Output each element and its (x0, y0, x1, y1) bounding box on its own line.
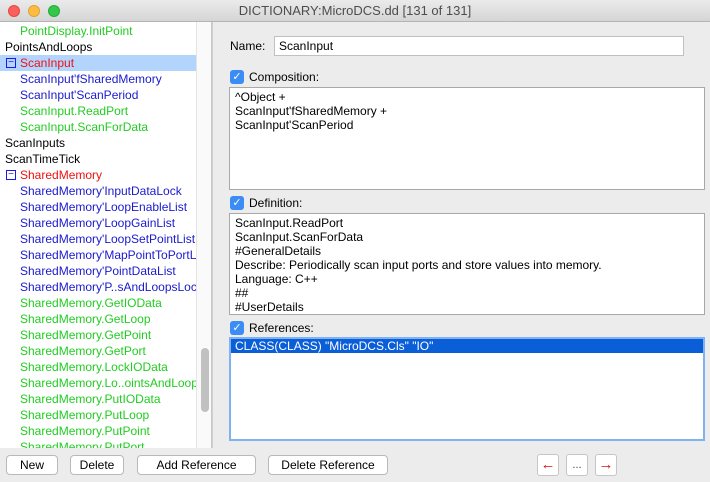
tree-item[interactable]: SharedMemory.GetPoint (0, 327, 196, 343)
composition-line: ScanInput'fSharedMemory + (235, 104, 388, 118)
window-title: DICTIONARY:MicroDCS.dd [131 of 131] (238, 3, 472, 18)
composition-section-header: ✓ Composition: (230, 69, 320, 85)
previous-arrow-icon[interactable]: ← (537, 454, 559, 476)
tree-item[interactable]: SharedMemory.Lo..ointsAndLoop (0, 375, 196, 391)
tree-item-label: SharedMemory'InputDataLock (20, 184, 182, 198)
tree-item-label: SharedMemory.LockIOData (20, 360, 168, 374)
tree-item[interactable]: PointsAndLoops (0, 39, 196, 55)
tree-item[interactable]: ScanTimeTick (0, 151, 196, 167)
tree-item[interactable]: SharedMemory'LoopGainList (0, 215, 196, 231)
tree-item-label: ScanInput (20, 56, 75, 70)
tree-item-label: PointsAndLoops (5, 40, 93, 54)
tree-item-label: SharedMemory.GetIOData (20, 296, 162, 310)
add-reference-button[interactable]: Add Reference (137, 455, 256, 475)
next-arrow-icon[interactable]: → (595, 454, 617, 476)
delete-reference-button[interactable]: Delete Reference (268, 455, 388, 475)
tree-item-label: PointDisplay.InitPoint (20, 24, 133, 38)
pane-splitter[interactable] (212, 22, 220, 448)
tree-item[interactable]: SharedMemory.GetIOData (0, 295, 196, 311)
definition-checkbox[interactable]: ✓ (230, 195, 244, 210)
tree-item-label: SharedMemory.Lo..ointsAndLoop (20, 376, 196, 390)
definition-line: ## (235, 286, 249, 300)
tree-item[interactable]: ScanInput.ReadPort (0, 103, 196, 119)
tree-item[interactable]: SharedMemory.PutIOData (0, 391, 196, 407)
composition-textarea[interactable]: ^Object + ScanInput'fSharedMemory + Scan… (229, 87, 705, 190)
collapse-toggle-icon[interactable]: − (6, 57, 16, 68)
tree-item-label: SharedMemory.PutLoop (20, 408, 150, 422)
new-button[interactable]: New (6, 455, 58, 475)
tree-item[interactable]: SharedMemory'InputDataLock (0, 183, 196, 199)
tree-item[interactable]: SharedMemory'P..sAndLoopsLoc (0, 279, 196, 295)
tree-item[interactable]: SharedMemory'LoopEnableList (0, 199, 196, 215)
tree-item-label: SharedMemory'LoopEnableList (20, 200, 188, 214)
composition-label: Composition: (249, 70, 320, 84)
definition-line: ScanInput.ReadPort (235, 216, 344, 230)
name-label: Name: (230, 39, 266, 53)
composition-line: ^Object + (235, 90, 286, 104)
definition-line: #GeneralDetails (235, 244, 322, 258)
collapse-toggle-icon[interactable]: − (6, 169, 16, 180)
more-options-button[interactable]: ... (566, 454, 588, 476)
references-list[interactable]: CLASS(CLASS) "MicroDCS.Cls" "IO" (229, 337, 705, 441)
delete-button[interactable]: Delete (70, 455, 124, 475)
tree-item[interactable]: ScanInput'ScanPeriod (0, 87, 196, 103)
tree-item-label: ScanInput.ReadPort (20, 104, 129, 118)
tree-item-label: SharedMemory'PointDataList (20, 264, 176, 278)
tree-item[interactable]: − SharedMemory (0, 167, 196, 183)
tree-item-label: SharedMemory.PutPort (20, 440, 145, 448)
definition-section-header: ✓ Definition: (230, 195, 303, 211)
name-field[interactable]: ScanInput (274, 36, 684, 56)
tree-scrollbar[interactable] (196, 22, 211, 448)
tree-item-label: ScanInputs (5, 136, 66, 150)
tree-item[interactable]: − ScanInput (0, 55, 196, 71)
tree-item-label: SharedMemory.PutIOData (20, 392, 161, 406)
tree-item[interactable]: SharedMemory.PutPoint (0, 423, 196, 439)
tree-scroll-thumb[interactable] (201, 348, 209, 412)
tree-item[interactable]: SharedMemory.PutPort (0, 439, 196, 448)
tree-item-label: ScanTimeTick (5, 152, 81, 166)
bottom-toolbar: New Delete Add Reference Delete Referenc… (0, 448, 710, 482)
tree-item-label: SharedMemory.GetPort (20, 344, 146, 358)
tree-item-label: SharedMemory'P..sAndLoopsLoc (20, 280, 196, 294)
definition-textarea[interactable]: ScanInput.ReadPort ScanInput.ScanForData… (229, 213, 705, 315)
tree-item[interactable]: SharedMemory.GetPort (0, 343, 196, 359)
tree-item[interactable]: ScanInputs (0, 135, 196, 151)
detail-pane: Name: ScanInput ✓ Composition: ^Object + … (220, 22, 710, 448)
composition-line: ScanInput'ScanPeriod (235, 118, 354, 132)
tree-item[interactable]: SharedMemory.LockIOData (0, 359, 196, 375)
tree-item-label: SharedMemory.PutPoint (20, 424, 150, 438)
tree-item-label: SharedMemory'LoopSetPointList (20, 232, 196, 246)
dictionary-tree[interactable]: PointDisplay.InitPoint PointsAndLoops − Sca… (0, 22, 212, 448)
tree-item[interactable]: SharedMemory.GetLoop (0, 311, 196, 327)
tree-item[interactable]: SharedMemory'LoopSetPointList (0, 231, 196, 247)
tree-item[interactable]: SharedMemory'MapPointToPortL (0, 247, 196, 263)
tree-item-label: SharedMemory.GetLoop (20, 312, 151, 326)
references-label: References: (249, 321, 314, 335)
tree-item[interactable]: ScanInput.ScanForData (0, 119, 196, 135)
tree-item-label: SharedMemory (20, 168, 103, 182)
definition-line: ScanInput.ScanForData (235, 230, 364, 244)
tree-item-label: ScanInput'fSharedMemory (20, 72, 162, 86)
tree-item[interactable]: ScanInput'fSharedMemory (0, 71, 196, 87)
definition-label: Definition: (249, 196, 303, 210)
definition-line: #UserDetails (235, 300, 304, 314)
tree-item-label: SharedMemory'MapPointToPortL (20, 248, 196, 262)
tree-item[interactable]: SharedMemory'PointDataList (0, 263, 196, 279)
tree-item[interactable]: SharedMemory.PutLoop (0, 407, 196, 423)
references-checkbox[interactable]: ✓ (230, 320, 244, 335)
references-section-header: ✓ References: (230, 320, 314, 336)
definition-line: Describe: Periodically scan input ports … (235, 258, 602, 272)
title-bar: DICTIONARY:MicroDCS.dd [131 of 131] (0, 0, 710, 22)
tree-item-label: SharedMemory.GetPoint (20, 328, 152, 342)
tree-item[interactable]: PointDisplay.InitPoint (0, 23, 196, 39)
tree-item-label: ScanInput'ScanPeriod (20, 88, 139, 102)
reference-item[interactable]: CLASS(CLASS) "MicroDCS.Cls" "IO" (231, 339, 703, 353)
definition-line: Language: C++ (235, 272, 318, 286)
composition-checkbox[interactable]: ✓ (230, 69, 244, 84)
tree-item-label: ScanInput.ScanForData (20, 120, 149, 134)
tree-item-label: SharedMemory'LoopGainList (20, 216, 176, 230)
